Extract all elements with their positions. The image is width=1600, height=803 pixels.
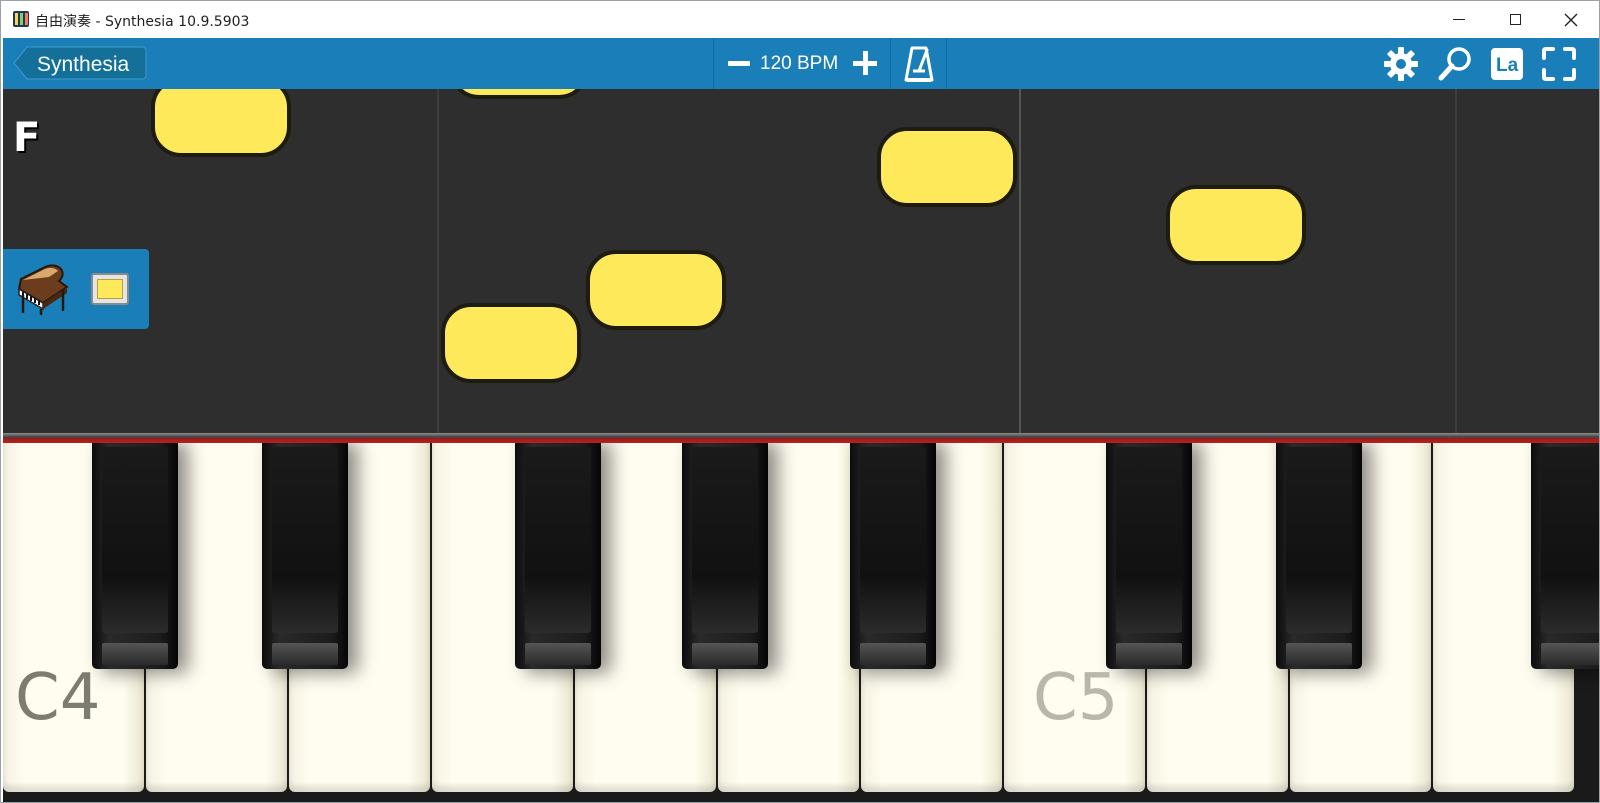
tempo-control: 120 BPM bbox=[713, 38, 891, 89]
black-key-d-sharp-4[interactable] bbox=[262, 443, 348, 669]
back-button[interactable]: Synthesia bbox=[13, 46, 147, 80]
track-panel[interactable] bbox=[3, 249, 149, 329]
black-key-f-sharp-5[interactable] bbox=[1531, 443, 1599, 669]
measure-line bbox=[1019, 89, 1021, 433]
fullscreen-button[interactable] bbox=[1541, 46, 1577, 82]
window-title: 自由演奏 - Synthesia 10.9.5903 bbox=[35, 14, 250, 30]
settings-button[interactable] bbox=[1383, 46, 1419, 82]
track-color-swatch[interactable] bbox=[91, 273, 129, 305]
metronome-icon bbox=[904, 46, 934, 82]
close-icon bbox=[1564, 13, 1578, 26]
gear-icon bbox=[1384, 47, 1418, 81]
minimize-icon bbox=[1453, 19, 1465, 20]
maximize-button[interactable] bbox=[1487, 1, 1543, 38]
maximize-icon bbox=[1509, 14, 1521, 25]
note-labels-button[interactable]: La bbox=[1489, 46, 1525, 82]
key-label-c4: C4 bbox=[15, 661, 101, 735]
toolbar: Synthesia 120 BPM La bbox=[3, 38, 1599, 89]
title-bar: 自由演奏 - Synthesia 10.9.5903 bbox=[1, 1, 1599, 38]
piano-keyboard: C4 C5 bbox=[3, 443, 1599, 802]
key-signature: F bbox=[13, 115, 41, 161]
falling-note bbox=[586, 250, 726, 330]
falling-note bbox=[877, 127, 1017, 207]
key-label-c5: C5 bbox=[1033, 661, 1119, 735]
note-labels-text: La bbox=[1496, 55, 1519, 76]
falling-note bbox=[449, 89, 589, 99]
falling-note bbox=[441, 303, 581, 383]
black-key-c-sharp-4[interactable] bbox=[92, 443, 178, 669]
black-key-f-sharp-4[interactable] bbox=[515, 443, 601, 669]
back-button-label: Synthesia bbox=[37, 53, 130, 76]
metronome-button[interactable] bbox=[891, 38, 947, 89]
black-key-c-sharp-5[interactable] bbox=[1106, 443, 1192, 669]
app-window: 自由演奏 - Synthesia 10.9.5903 Synthesia 120… bbox=[0, 0, 1600, 803]
black-key-d-sharp-5[interactable] bbox=[1276, 443, 1362, 669]
measure-line bbox=[437, 89, 439, 433]
fullscreen-icon bbox=[1542, 47, 1576, 81]
grand-piano-icon bbox=[17, 264, 69, 315]
falling-notes-area: F bbox=[3, 89, 1599, 433]
close-button[interactable] bbox=[1543, 1, 1599, 38]
black-key-g-sharp-4[interactable] bbox=[682, 443, 768, 669]
magnifier-icon bbox=[1438, 47, 1471, 81]
black-key-a-sharp-4[interactable] bbox=[850, 443, 936, 669]
tempo-increase-button[interactable] bbox=[853, 51, 877, 75]
falling-note bbox=[1166, 185, 1306, 265]
falling-note bbox=[151, 89, 291, 157]
synthesia-icon bbox=[13, 11, 29, 27]
minimize-button[interactable] bbox=[1431, 1, 1487, 38]
search-button[interactable] bbox=[1437, 46, 1473, 82]
tempo-value: 120 BPM bbox=[760, 53, 839, 74]
measure-line bbox=[1455, 89, 1457, 433]
tempo-decrease-button[interactable] bbox=[728, 61, 750, 66]
keyboard-rail bbox=[3, 433, 1599, 443]
